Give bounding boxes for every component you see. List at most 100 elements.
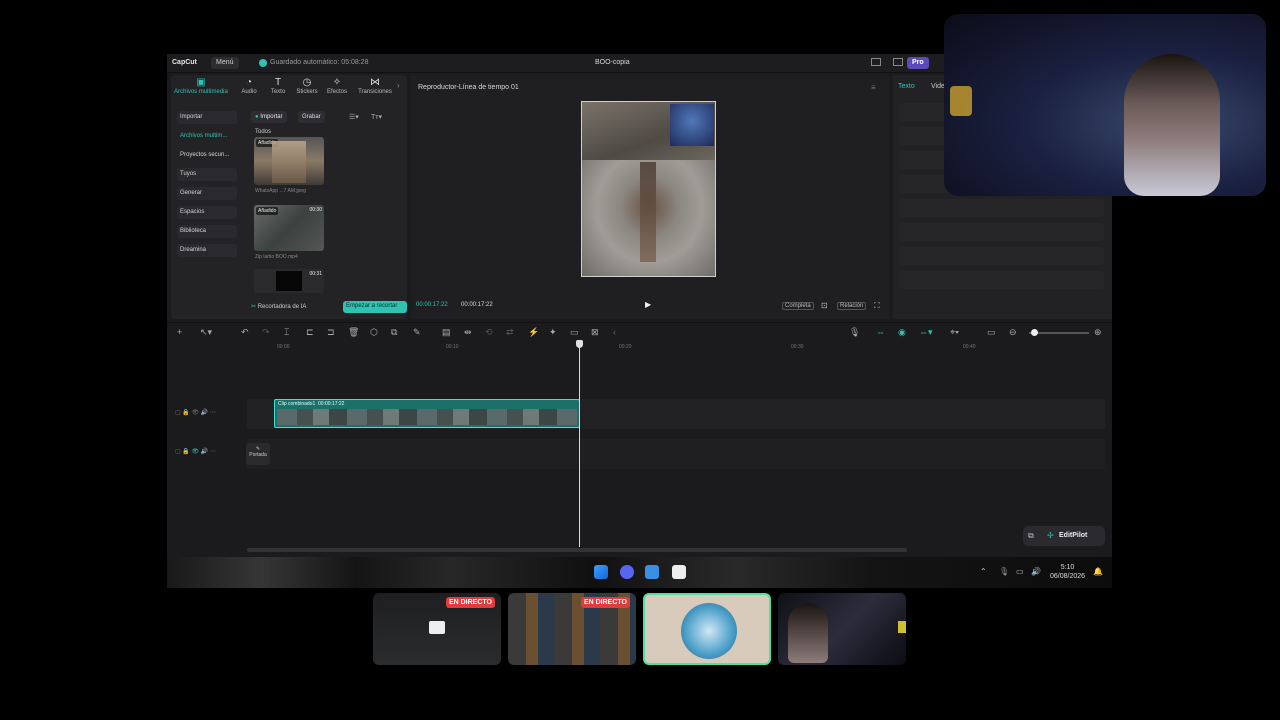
stream-thumbnail[interactable]: EN DIRECTO <box>508 593 636 665</box>
autosave-icon <box>259 59 267 67</box>
discord-icon[interactable] <box>620 565 634 579</box>
shield-icon[interactable]: ⬡ <box>370 327 378 338</box>
record-button[interactable]: Grabar <box>298 111 325 123</box>
sidebar-item-subprojects[interactable]: Proyectos secun... <box>177 149 237 162</box>
magnet-icon[interactable]: ◉ <box>898 327 906 338</box>
track-controls[interactable]: ▢ 🔒 👁 🔊 ⋯ <box>175 409 216 416</box>
text-size-icon[interactable]: Tт▾ <box>371 113 382 121</box>
time-ruler[interactable]: 00:00 00:10 00:20 00:30 00:40 <box>247 342 1112 354</box>
tab-stickers[interactable]: ◷ Stickers <box>291 77 323 95</box>
mirror-icon[interactable]: ⇹ <box>464 327 472 338</box>
tab-effects[interactable]: ✧ Efectos <box>321 77 353 95</box>
tab-media[interactable]: ▣ Archivos multimedia <box>173 77 229 95</box>
share-icon[interactable]: ⧉ <box>1028 531 1034 541</box>
tray-chevron-icon[interactable]: ⌃ <box>980 567 987 576</box>
media-item[interactable]: Añadido <box>254 137 324 185</box>
sidebar-item-yours[interactable]: Tuyos <box>177 168 237 181</box>
project-name[interactable]: BOO-copia <box>595 59 630 66</box>
app-icon[interactable] <box>645 565 659 579</box>
reverse-icon[interactable]: ⇄ <box>506 327 514 338</box>
network-icon[interactable]: ▭ <box>1016 567 1024 576</box>
chevron-left-icon[interactable]: ‹ <box>613 327 616 337</box>
sidebar-item-import[interactable]: Importar <box>177 111 237 124</box>
tab-transitions[interactable]: ⋈ Transiciones <box>355 77 395 95</box>
speed-icon[interactable]: ⚡ <box>528 327 539 338</box>
playhead-handle[interactable] <box>576 340 583 348</box>
freeze-icon[interactable]: ▤ <box>442 327 451 338</box>
windows-taskbar: ⌃ 🎙 ▭ 🔊 5:10 06/08/2026 🔔 <box>167 557 1112 588</box>
ai-icon[interactable]: ⊠ <box>591 327 599 338</box>
play-icon[interactable]: ▶ <box>645 300 651 309</box>
start-cut-button[interactable]: Empezar a recortar <box>343 301 407 313</box>
horizontal-scrollbar[interactable] <box>247 548 907 552</box>
magic-icon[interactable]: ✦ <box>549 327 557 338</box>
editpilot-button[interactable]: ⧉ ✢ EditPilot <box>1023 526 1105 546</box>
brush-icon[interactable]: ✎ <box>413 327 421 338</box>
fullscreen-icon[interactable]: ⛶ <box>874 301 880 311</box>
fit-icon[interactable]: ⊡ <box>821 301 828 310</box>
ratio-button[interactable]: Relación <box>837 302 867 310</box>
cover-label: Portada <box>249 452 267 458</box>
layout-icon[interactable] <box>871 58 881 66</box>
full-button[interactable]: Completa <box>782 302 814 310</box>
link-icon[interactable]: ⇔ <box>876 327 885 337</box>
volume-icon[interactable]: 🔊 <box>1031 567 1041 576</box>
cover-button[interactable]: ✎ Portada <box>246 443 270 465</box>
undo-icon[interactable]: ↶ <box>241 327 249 338</box>
preview-axis-icon[interactable]: ⌖▾ <box>950 327 959 338</box>
zoom-out-icon[interactable]: ⊖ <box>1009 327 1017 338</box>
menu-button[interactable]: Menú <box>211 57 239 69</box>
zoom-in-icon[interactable]: ⊕ <box>1094 327 1102 338</box>
sidebar-item-spaces[interactable]: Espacios <box>177 206 237 219</box>
split-icon[interactable]: ⌶ <box>284 327 289 338</box>
media-item[interactable]: Añadido 00:30 <box>254 205 324 251</box>
stream-thumbnail-selected[interactable] <box>643 593 771 665</box>
tab-video-props[interactable]: Vide <box>931 83 945 90</box>
ruler-tick: 00:30 <box>791 344 804 350</box>
crop-icon[interactable]: ⧉ <box>391 327 397 338</box>
chevron-right-icon[interactable]: › <box>397 81 400 90</box>
sort-icon[interactable]: ☰▾ <box>349 113 359 121</box>
sidebar-item-media[interactable]: Archivos multim... <box>177 130 237 143</box>
combined-clip[interactable]: Clip combinado1 00:00:17:22 <box>274 399 580 428</box>
track-controls[interactable]: ▢ 🔒 👁 🔊 ⋯ <box>175 448 216 455</box>
pro-badge[interactable]: Pro <box>907 57 929 69</box>
caption-icon[interactable]: ▭ <box>570 327 579 338</box>
capcut-taskbar-icon[interactable] <box>672 565 686 579</box>
mic-tray-icon[interactable]: 🎙 <box>999 567 1009 576</box>
tab-text-props[interactable]: Texto <box>898 83 915 90</box>
tab-text[interactable]: T Texto <box>262 77 294 95</box>
cover-track[interactable] <box>247 439 1105 469</box>
delete-icon[interactable]: 🗑 <box>348 327 359 338</box>
video-preview[interactable] <box>581 101 716 277</box>
microphone-icon[interactable]: 🎙 <box>849 327 860 338</box>
sidebar-item-generate[interactable]: Generar <box>177 187 237 200</box>
split-right-icon[interactable]: ⊐ <box>327 327 335 338</box>
taskbar-clock[interactable]: 5:10 06/08/2026 <box>1050 563 1085 581</box>
stream-thumbnail[interactable] <box>778 593 906 665</box>
notification-icon[interactable]: 🔔 <box>1093 567 1103 576</box>
filter-all[interactable]: Todos <box>255 129 271 135</box>
snap-icon[interactable]: ⇔▾ <box>919 327 933 338</box>
playhead[interactable] <box>579 342 580 547</box>
zoom-slider[interactable] <box>1029 329 1089 336</box>
windows-start-icon[interactable] <box>594 565 608 579</box>
screen-icon[interactable]: ▭ <box>987 327 996 338</box>
tab-audio[interactable]: ◔ Audio <box>233 77 265 95</box>
screen-icon[interactable] <box>893 58 903 66</box>
sidebar-item-dreamina[interactable]: Dreamina <box>177 244 237 257</box>
redo-icon[interactable]: ↷ <box>262 327 270 338</box>
import-button[interactable]: ● Importar <box>251 111 287 123</box>
stream-thumbnail[interactable]: EN DIRECTO <box>373 593 501 665</box>
total-timecode: 00:00:17:22 <box>461 302 493 308</box>
add-icon[interactable]: + <box>177 327 182 337</box>
rotate-icon[interactable]: ⟲ <box>485 327 493 338</box>
menu-icon[interactable]: ≡ <box>871 83 876 92</box>
split-left-icon[interactable]: ⊏ <box>306 327 314 338</box>
record-button-label: Grabar <box>302 114 321 120</box>
select-icon[interactable]: ↖▾ <box>200 327 212 338</box>
media-item[interactable]: 00:31 <box>254 269 324 293</box>
zoom-slider-handle[interactable] <box>1031 329 1038 336</box>
clock-date: 06/08/2026 <box>1050 573 1086 580</box>
sidebar-item-library[interactable]: Biblioteca <box>177 225 237 238</box>
